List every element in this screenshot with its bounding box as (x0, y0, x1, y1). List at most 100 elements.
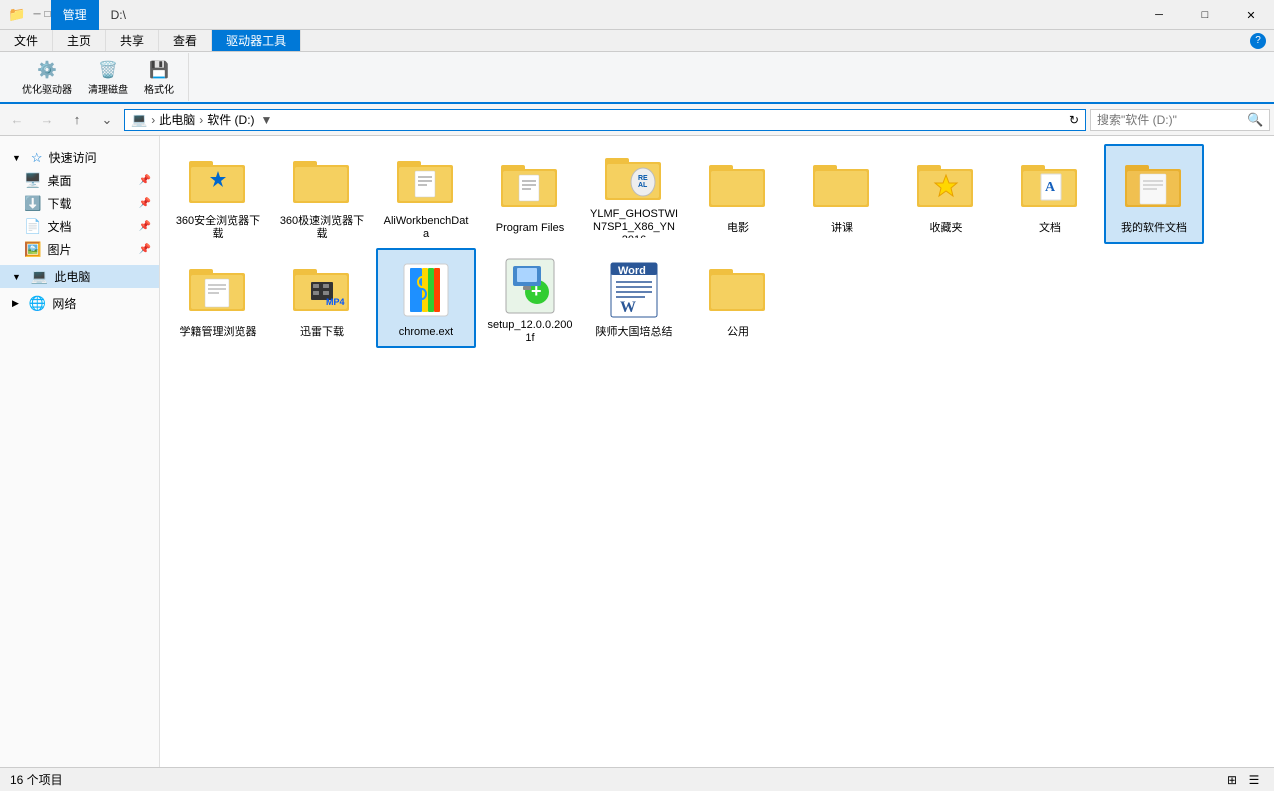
ribbon-btn-format[interactable]: 💾 格式化 (138, 57, 180, 98)
folder-icon-8: A (1018, 154, 1082, 218)
folder-icon-2 (394, 154, 458, 211)
file-item[interactable]: AliWorkbenchData (376, 144, 476, 244)
content-area: 360安全浏览器下载 360极速浏览器下载 (160, 136, 1274, 767)
folder-icon-0 (186, 154, 250, 211)
file-item[interactable]: Word W 陕师大国培总结 (584, 248, 684, 348)
svg-text:A: A (1045, 180, 1056, 195)
search-input[interactable] (1097, 113, 1247, 127)
sidebar-item-desktop[interactable]: 🖥️ 桌面 📌 (0, 169, 159, 192)
pin-icon2: 📌 (139, 198, 151, 209)
file-item[interactable]: MP4 迅雷下载 (272, 248, 372, 348)
file-item[interactable]: + setup_12.0.0.2001f (480, 248, 580, 348)
tab-home[interactable]: 主页 (53, 30, 106, 51)
ribbon-group-manage: ⚙️ 优化驱动器 🗑️ 清理磁盘 💾 格式化 (8, 53, 189, 101)
ribbon-tabs: 文件 主页 共享 查看 驱动器工具 ? (0, 30, 1274, 52)
up-button[interactable]: ↑ (64, 107, 90, 133)
file-label-4: YLMF_GHOSTWIN7SP1_X86_YN2016 (590, 208, 678, 238)
help-button[interactable]: ? (1250, 33, 1266, 49)
item-count: 16 个项目 (10, 771, 63, 788)
file-item[interactable]: RE AL YLMF_GHOSTWIN7SP1_X86_YN2016 (584, 144, 684, 244)
download-icon: ⬇️ (24, 195, 41, 212)
file-label-8: 文档 (1039, 222, 1061, 235)
folder-icon-7 (914, 154, 978, 218)
status-bar: 16 个项目 ⊞ ☰ (0, 767, 1274, 791)
breadcrumb-dropdown[interactable]: ▼ (261, 113, 273, 127)
file-label-2: AliWorkbenchData (382, 215, 470, 238)
file-label-14: 陕师大国培总结 (596, 326, 673, 339)
sidebar-item-pictures[interactable]: 🖼️ 图片 📌 (0, 238, 159, 261)
sidebar-quickaccess-header[interactable]: ▼ ☆ 快速访问 (0, 146, 159, 169)
sidebar-item-thispc[interactable]: ▼ 💻 此电脑 (0, 265, 159, 288)
winrar-icon (394, 258, 458, 322)
file-item[interactable]: 公用 (688, 248, 788, 348)
sidebar-section-thispc: ▼ 💻 此电脑 (0, 263, 159, 290)
folder-icon-10 (186, 258, 250, 322)
file-item-chrome-ext[interactable]: chrome.ext (376, 248, 476, 348)
sidebar-item-download[interactable]: ⬇️ 下载 📌 (0, 192, 159, 215)
breadcrumb-pc-icon: 💻 (131, 112, 147, 128)
file-label-9: 我的软件文档 (1121, 222, 1187, 235)
file-label-6: 讲课 (831, 222, 853, 235)
pictures-icon: 🖼️ (24, 241, 41, 258)
thispc-arrow: ▼ (12, 272, 21, 282)
sidebar-item-network[interactable]: ▶ 🌐 网络 (0, 292, 159, 315)
file-label-15: 公用 (727, 326, 749, 339)
breadcrumb-arrow1: › (151, 113, 155, 127)
tab-share[interactable]: 共享 (106, 30, 159, 51)
svg-text:Word: Word (618, 265, 646, 277)
file-label-7: 收藏夹 (930, 222, 963, 235)
forward-button[interactable]: → (34, 107, 60, 133)
cleanup-icon: 🗑️ (97, 59, 119, 81)
file-label-10: 学籍管理浏览器 (180, 326, 257, 339)
file-label-1: 360极速浏览器下载 (278, 215, 366, 238)
documents-icon: 📄 (24, 218, 41, 235)
setup-icon: + (498, 258, 562, 315)
optimize-icon: ⚙️ (36, 59, 58, 81)
back-button[interactable]: ← (4, 107, 30, 133)
tab-driver-tools[interactable]: 驱动器工具 (212, 30, 301, 51)
svg-text:AL: AL (638, 182, 648, 189)
title-dash: ─ (33, 9, 40, 20)
folder-icon-1 (290, 154, 354, 211)
tab-file[interactable]: 文件 (0, 30, 53, 51)
search-box[interactable]: 🔍 (1090, 109, 1270, 131)
folder-icon-15 (706, 258, 770, 322)
app-icon: 📁 (8, 6, 25, 23)
breadcrumb-arrow2: › (199, 113, 203, 127)
file-label-12: chrome.ext (399, 326, 453, 339)
file-item[interactable]: 360安全浏览器下载 (168, 144, 268, 244)
title-bar: 📁 ─ □ 管理 D:\ ─ □ ✕ (0, 0, 1274, 30)
tab-view[interactable]: 查看 (159, 30, 212, 51)
ribbon-btn-optimize[interactable]: ⚙️ 优化驱动器 (16, 57, 78, 98)
folder-icon-4: RE AL (602, 154, 666, 204)
folder-icon-11: MP4 (290, 258, 354, 322)
file-item[interactable]: 学籍管理浏览器 (168, 248, 268, 348)
breadcrumb-thispc[interactable]: 此电脑 (159, 111, 195, 128)
file-item[interactable]: A 文档 (1000, 144, 1100, 244)
folder-icon-9 (1122, 154, 1186, 218)
recent-button[interactable]: ⌄ (94, 107, 120, 133)
close-button[interactable]: ✕ (1228, 0, 1274, 30)
refresh-button[interactable]: ↻ (1069, 113, 1079, 127)
address-bar: ← → ↑ ⌄ 💻 › 此电脑 › 软件 (D:) ▼ ↻ 🔍 (0, 104, 1274, 136)
sidebar-item-documents[interactable]: 📄 文档 📌 (0, 215, 159, 238)
pin-icon4: 📌 (139, 244, 151, 255)
file-label-11: 迅雷下载 (300, 326, 344, 339)
file-item[interactable]: 我的软件文档 (1104, 144, 1204, 244)
list-view-button[interactable]: ☰ (1244, 770, 1264, 790)
file-item[interactable]: 讲课 (792, 144, 892, 244)
maximize-button[interactable]: □ (1182, 0, 1228, 30)
ribbon-btn-cleanup[interactable]: 🗑️ 清理磁盘 (82, 57, 134, 98)
minimize-button[interactable]: ─ (1136, 0, 1182, 30)
grid-view-button[interactable]: ⊞ (1222, 770, 1242, 790)
active-ribbon-tab: 管理 (51, 0, 99, 30)
sidebar-section-quickaccess: ▼ ☆ 快速访问 🖥️ 桌面 📌 ⬇️ 下载 📌 📄 文档 📌 🖼️ (0, 144, 159, 263)
file-item[interactable]: Program Files (480, 144, 580, 244)
file-item[interactable]: 收藏夹 (896, 144, 996, 244)
file-item[interactable]: 360极速浏览器下载 (272, 144, 372, 244)
quickaccess-arrow: ▼ (12, 153, 21, 163)
breadcrumb-drive[interactable]: 软件 (D:) (207, 111, 254, 128)
network-arrow: ▶ (12, 298, 19, 309)
sidebar-section-network: ▶ 🌐 网络 (0, 290, 159, 317)
file-item[interactable]: 电影 (688, 144, 788, 244)
